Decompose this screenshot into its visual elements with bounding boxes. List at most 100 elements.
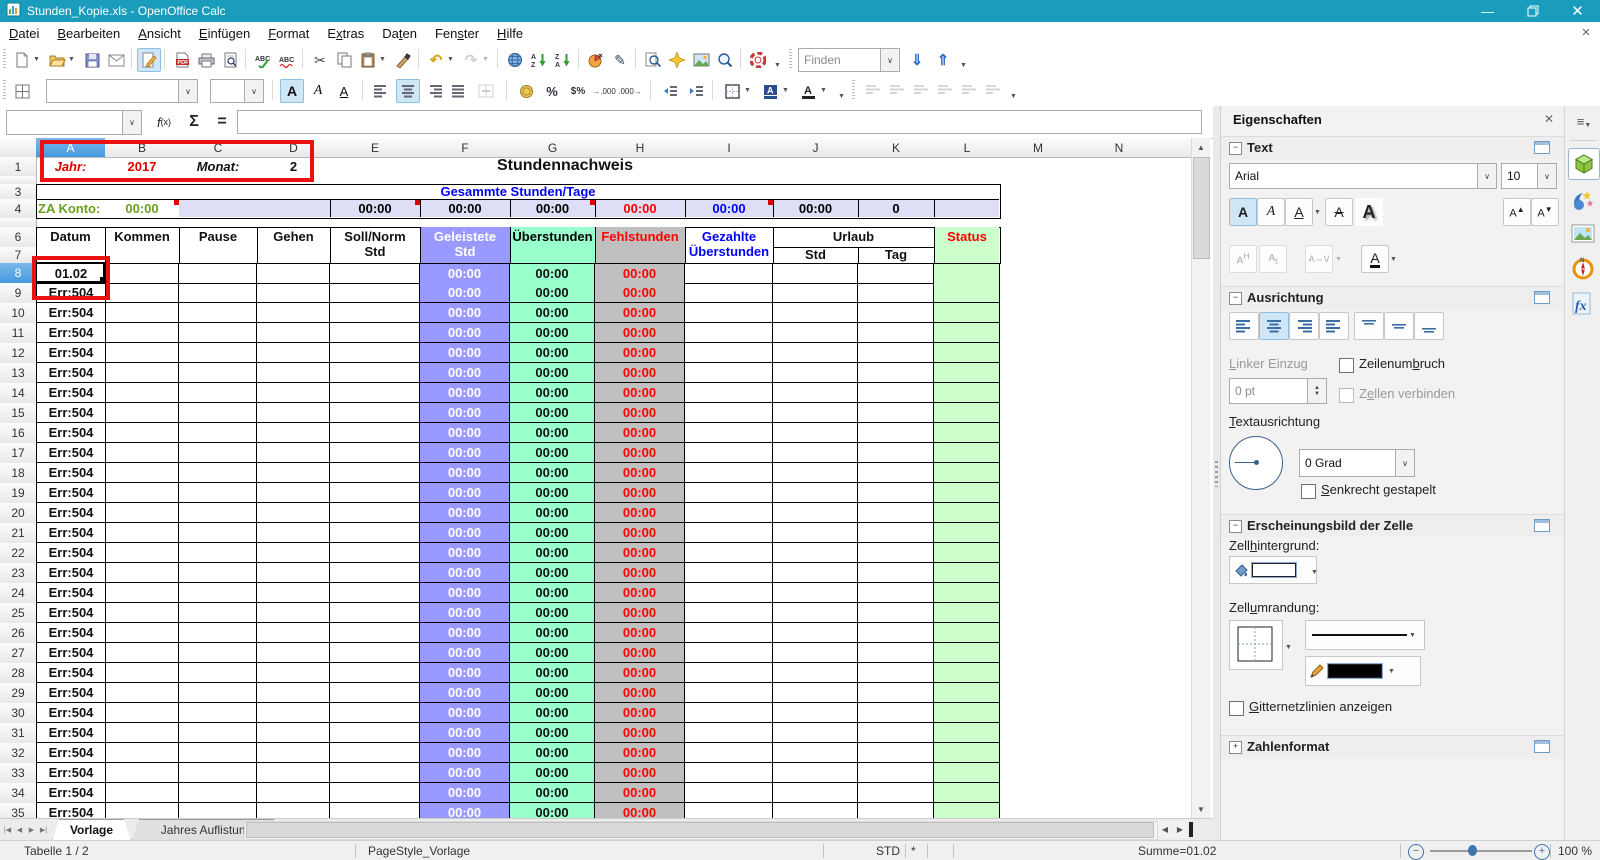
sidebar-close-icon[interactable]: ✕ — [1541, 112, 1557, 128]
sidebar-menu-icon[interactable]: ≡▼ — [1573, 114, 1595, 132]
cell-J23[interactable] — [773, 563, 858, 583]
row-header-25[interactable]: 25 — [0, 603, 37, 624]
zoom-out-icon[interactable]: − — [1408, 844, 1424, 860]
cell-F34[interactable]: 00:00 — [420, 783, 510, 803]
cell-F26[interactable]: 00:00 — [420, 623, 510, 643]
cell-B11[interactable] — [105, 323, 179, 343]
cell-G8[interactable]: 00:00 — [510, 263, 595, 284]
row-header-12[interactable]: 12 — [0, 343, 37, 364]
menu-ansicht[interactable]: Ansicht — [129, 22, 190, 44]
cell-E21[interactable] — [330, 523, 420, 543]
menu-hilfe[interactable]: Hilfe — [488, 22, 532, 44]
cell-C31[interactable] — [179, 723, 257, 743]
cell-I34[interactable] — [685, 783, 773, 803]
number-format-standard-icon[interactable]: $% — [566, 79, 590, 103]
cell-G26[interactable]: 00:00 — [510, 623, 595, 643]
cell-G20[interactable]: 00:00 — [510, 503, 595, 523]
cell-C27[interactable] — [179, 643, 257, 663]
rotation-dial[interactable] — [1229, 436, 1283, 490]
minimize-button[interactable]: — — [1465, 0, 1510, 22]
row-header-26[interactable]: 26 — [0, 623, 37, 644]
section-alignment[interactable]: − Ausrichtung — [1221, 286, 1565, 309]
cell-J16[interactable] — [773, 423, 858, 443]
cell-H19[interactable]: 00:00 — [595, 483, 685, 503]
spinner-icons[interactable]: ▲ ▼ — [1307, 379, 1326, 403]
name-box[interactable]: ∨ — [6, 110, 142, 135]
stacked-checkbox[interactable] — [1301, 484, 1316, 499]
borders-icon[interactable] — [720, 79, 744, 103]
cell-A18[interactable]: Err:504 — [36, 463, 106, 483]
row-header-3[interactable]: 3 — [0, 184, 37, 200]
cell-H15[interactable]: 00:00 — [595, 403, 685, 423]
cell-K28[interactable] — [858, 663, 934, 683]
cell-C21[interactable] — [179, 523, 257, 543]
cell-F22[interactable]: 00:00 — [420, 543, 510, 563]
cell-I31[interactable] — [685, 723, 773, 743]
cell-F24[interactable]: 00:00 — [420, 583, 510, 603]
object-align-top-icon[interactable] — [934, 79, 958, 103]
cell-B16[interactable] — [105, 423, 179, 443]
cell-D22[interactable] — [257, 543, 330, 563]
cell-B22[interactable] — [105, 543, 179, 563]
cell-I29[interactable] — [685, 683, 773, 703]
cell-F35[interactable]: 00:00 — [420, 803, 510, 818]
navigator-icon[interactable] — [665, 48, 689, 72]
show-gridlines-checkbox[interactable] — [1229, 701, 1244, 716]
cell-A33[interactable]: Err:504 — [36, 763, 106, 783]
sidebar-underline-icon[interactable]: A — [1285, 198, 1313, 226]
cell-F25[interactable]: 00:00 — [420, 603, 510, 623]
cell-J32[interactable] — [773, 743, 858, 763]
cell-J29[interactable] — [773, 683, 858, 703]
align-toolbar-overflow-icon[interactable]: ▼ — [1008, 85, 1019, 107]
row-header-13[interactable]: 13 — [0, 363, 37, 384]
cell-D23[interactable] — [257, 563, 330, 583]
cell-H32[interactable]: 00:00 — [595, 743, 685, 763]
cell-C16[interactable] — [179, 423, 257, 443]
font-name-dropdown-icon[interactable]: ∨ — [178, 80, 197, 102]
print-icon[interactable] — [194, 48, 218, 72]
row-header-31[interactable]: 31 — [0, 723, 37, 744]
save-icon[interactable] — [80, 48, 104, 72]
align-bottom-icon[interactable] — [1414, 312, 1444, 340]
cell-I30[interactable] — [685, 703, 773, 723]
cell-D30[interactable] — [257, 703, 330, 723]
cell-A12[interactable]: Err:504 — [36, 343, 106, 363]
draw-functions-icon[interactable]: ✎ — [608, 48, 632, 72]
cell-E25[interactable] — [330, 603, 420, 623]
cell-D12[interactable] — [257, 343, 330, 363]
cell-L9[interactable] — [934, 283, 1000, 303]
page-preview-icon[interactable] — [218, 48, 242, 72]
cell-H23[interactable]: 00:00 — [595, 563, 685, 583]
cell-I10[interactable] — [685, 303, 773, 323]
sidebar-align-center-icon[interactable] — [1259, 312, 1289, 340]
cell-K18[interactable] — [858, 463, 934, 483]
cell-F8[interactable]: 00:00 — [420, 263, 510, 284]
cell-D24[interactable] — [257, 583, 330, 603]
scroll-right-icon[interactable]: ▶ — [1173, 821, 1187, 838]
cell-L25[interactable] — [934, 603, 1000, 623]
cell-F16[interactable]: 00:00 — [420, 423, 510, 443]
cell-K9[interactable] — [858, 283, 934, 303]
cell-F11[interactable]: 00:00 — [420, 323, 510, 343]
cell-H18[interactable]: 00:00 — [595, 463, 685, 483]
cell-K24[interactable] — [858, 583, 934, 603]
cell-A20[interactable]: Err:504 — [36, 503, 106, 523]
cell-D16[interactable] — [257, 423, 330, 443]
cell-I15[interactable] — [685, 403, 773, 423]
row-header-4[interactable]: 4 — [0, 199, 37, 219]
cell-B15[interactable] — [105, 403, 179, 423]
cell-E12[interactable] — [330, 343, 420, 363]
toolbar-grip[interactable] — [3, 80, 6, 100]
scroll-down-icon[interactable]: ▼ — [1192, 801, 1210, 817]
cell-I20[interactable] — [685, 503, 773, 523]
character-spacing-dropdown[interactable]: ▼ — [1333, 248, 1344, 270]
cell-F20[interactable]: 00:00 — [420, 503, 510, 523]
row-header-28[interactable]: 28 — [0, 663, 37, 684]
cell-D9[interactable] — [257, 283, 330, 303]
section-alignment-expander-icon[interactable]: − — [1229, 292, 1242, 305]
cell-E15[interactable] — [330, 403, 420, 423]
background-color-dropdown[interactable]: ▼ — [780, 79, 791, 101]
cell-K27[interactable] — [858, 643, 934, 663]
add-decimal-icon[interactable]: →.000 — [592, 79, 616, 103]
line-style-dropdown[interactable]: ▼ — [1407, 624, 1418, 646]
